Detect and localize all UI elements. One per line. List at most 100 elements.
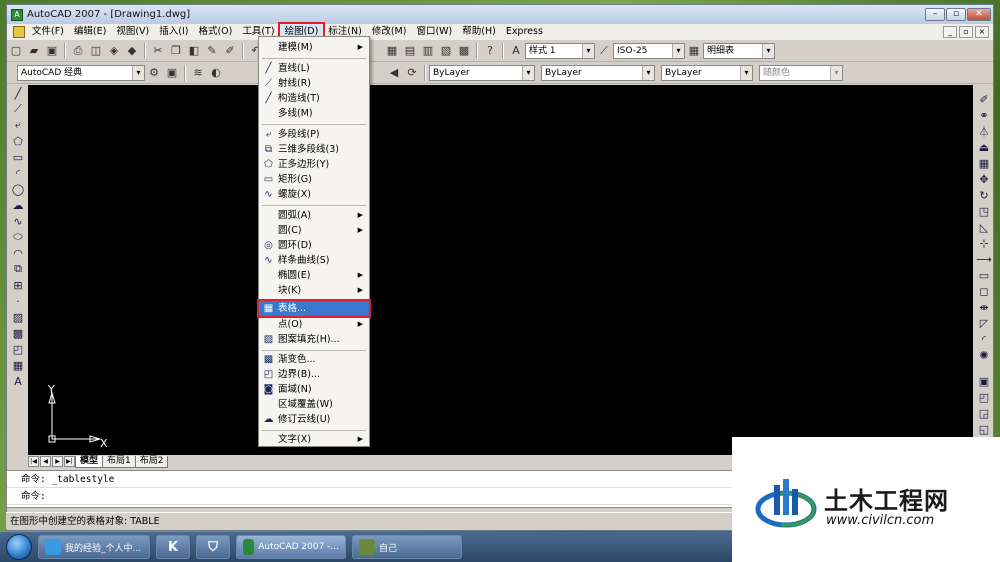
menu-modify[interactable]: 修改(M) bbox=[367, 24, 412, 40]
menu-item-donut[interactable]: ◎ 圆环(D) bbox=[259, 238, 369, 253]
paste-icon[interactable]: ◧ bbox=[186, 43, 202, 59]
minimize-button[interactable]: – bbox=[925, 8, 945, 21]
menu-item-hatch[interactable]: ▨ 图案填充(H)... bbox=[259, 332, 369, 347]
extend-icon[interactable]: ⟶ bbox=[976, 251, 992, 267]
document-icon[interactable] bbox=[13, 26, 25, 38]
prev-tab-button[interactable]: ◀ bbox=[40, 456, 51, 467]
plot-icon[interactable]: ◆ bbox=[124, 43, 140, 59]
doc-minimize-button[interactable]: _ bbox=[943, 26, 957, 38]
explode-icon[interactable]: ✺ bbox=[976, 347, 992, 363]
cut-icon[interactable]: ✂ bbox=[150, 43, 166, 59]
spline-icon[interactable]: ∿ bbox=[10, 213, 26, 229]
menu-view[interactable]: 视图(V) bbox=[111, 24, 154, 40]
insert-block-icon[interactable]: ⧉ bbox=[10, 261, 26, 277]
maximize-button[interactable]: ▫ bbox=[946, 8, 966, 21]
stretch-icon[interactable]: ◺ bbox=[976, 219, 992, 235]
calculator-icon[interactable]: ▩ bbox=[456, 43, 472, 59]
region-icon[interactable]: ◰ bbox=[10, 341, 26, 357]
table-style-icon[interactable]: ▦ bbox=[686, 43, 702, 59]
print-icon[interactable]: ⎙ bbox=[70, 43, 86, 59]
menu-edit[interactable]: 编辑(E) bbox=[69, 24, 111, 40]
markup-icon[interactable]: ▧ bbox=[438, 43, 454, 59]
erase-icon[interactable]: ✐ bbox=[976, 91, 992, 107]
menu-item-line[interactable]: ╱ 直线(L) bbox=[259, 61, 369, 76]
menu-item-point[interactable]: 点(O) ▶ bbox=[259, 317, 369, 332]
break-at-point-icon[interactable]: ▭ bbox=[976, 267, 992, 283]
revcloud-icon[interactable]: ☁ bbox=[10, 197, 26, 213]
table-style-select[interactable]: 明细表 bbox=[703, 42, 775, 59]
text-style-icon[interactable]: A bbox=[508, 43, 524, 59]
join-icon[interactable]: ⇼ bbox=[976, 299, 992, 315]
doc-restore-button[interactable]: ▫ bbox=[959, 26, 973, 38]
open-icon[interactable]: ▰ bbox=[26, 43, 42, 59]
move-icon[interactable]: ✥ bbox=[976, 171, 992, 187]
menu-item-polygon[interactable]: ⬠ 正多边形(Y) bbox=[259, 157, 369, 172]
construction-line-icon[interactable]: ⟋ bbox=[10, 101, 26, 117]
menu-file[interactable]: 文件(F) bbox=[27, 24, 69, 40]
menu-item-spline[interactable]: ∿ 样条曲线(S) bbox=[259, 253, 369, 268]
draw-order-icon[interactable]: ▣ bbox=[976, 373, 992, 389]
help-icon[interactable]: ? bbox=[482, 43, 498, 59]
line-icon[interactable]: ╱ bbox=[10, 85, 26, 101]
menu-item-ray[interactable]: ⟋ 射线(R) bbox=[259, 76, 369, 91]
menu-item-construction-line[interactable]: ╱ 构造线(T) bbox=[259, 91, 369, 106]
close-button[interactable]: ✕ bbox=[967, 8, 991, 21]
above-object-icon[interactable]: ◱ bbox=[976, 421, 992, 437]
table-icon[interactable]: ▦ bbox=[10, 357, 26, 373]
publish-icon[interactable]: ◈ bbox=[106, 43, 122, 59]
ellipse-arc-icon[interactable]: ◠ bbox=[10, 245, 26, 261]
taskbar-browser-button[interactable]: 我的经验_个人中... bbox=[38, 535, 150, 559]
last-tab-button[interactable]: ▶| bbox=[64, 456, 75, 467]
lineweight-select[interactable]: ByLayer bbox=[661, 64, 753, 81]
taskbar-shield-app-button[interactable]: ⛉ bbox=[196, 535, 230, 559]
menu-item-arc[interactable]: 圆弧(A) ▶ bbox=[259, 208, 369, 223]
make-current-icon[interactable]: ⟳ bbox=[404, 65, 420, 81]
menu-express[interactable]: Express bbox=[501, 24, 548, 40]
taskbar-image-button[interactable]: 自己 bbox=[352, 535, 462, 559]
block-editor-icon[interactable]: ✐ bbox=[222, 43, 238, 59]
menu-item-circle[interactable]: 圆(C) ▶ bbox=[259, 223, 369, 238]
tab-layout2[interactable]: 布局2 bbox=[134, 455, 169, 468]
workspace-settings-icon[interactable]: ⚙ bbox=[146, 65, 162, 81]
tool-palettes-icon[interactable]: ▤ bbox=[402, 43, 418, 59]
autocad-app-icon[interactable]: A bbox=[11, 8, 23, 21]
layer-previous-icon[interactable]: ◀ bbox=[386, 65, 402, 81]
menu-item-helix[interactable]: ∿ 螺旋(X) bbox=[259, 187, 369, 202]
rotate-icon[interactable]: ↻ bbox=[976, 187, 992, 203]
text-style-select[interactable]: 样式 1 bbox=[525, 42, 595, 59]
fillet-icon[interactable]: ◜ bbox=[976, 331, 992, 347]
trim-icon[interactable]: ⊹ bbox=[976, 235, 992, 251]
save-icon[interactable]: ▣ bbox=[44, 43, 60, 59]
copy-icon[interactable]: ❐ bbox=[168, 43, 184, 59]
copy-object-icon[interactable]: ⚭ bbox=[976, 107, 992, 123]
next-tab-button[interactable]: ▶ bbox=[52, 456, 63, 467]
bring-front-icon[interactable]: ◰ bbox=[976, 389, 992, 405]
menu-item-modeling[interactable]: 建模(M) ▶ bbox=[259, 40, 369, 55]
rectangle-icon[interactable]: ▭ bbox=[10, 149, 26, 165]
menu-item-multiline[interactable]: 多线(M) bbox=[259, 106, 369, 121]
mirror-icon[interactable]: ⏃ bbox=[976, 123, 992, 139]
taskbar-k-app-button[interactable]: K bbox=[156, 535, 190, 559]
menu-item-boundary[interactable]: ◰ 边界(B)... bbox=[259, 367, 369, 382]
send-back-icon[interactable]: ◲ bbox=[976, 405, 992, 421]
polygon-icon[interactable]: ⬠ bbox=[10, 133, 26, 149]
menu-insert[interactable]: 插入(I) bbox=[154, 24, 193, 40]
workspace-save-icon[interactable]: ▣ bbox=[164, 65, 180, 81]
gradient-icon[interactable]: ▩ bbox=[10, 325, 26, 341]
menu-item-block[interactable]: 块(K) ▶ bbox=[259, 283, 369, 298]
menu-format[interactable]: 格式(O) bbox=[193, 24, 237, 40]
dim-style-select[interactable]: ISO-25 bbox=[613, 42, 685, 59]
menu-item-rectangle[interactable]: ▭ 矩形(G) bbox=[259, 172, 369, 187]
menu-window[interactable]: 窗口(W) bbox=[411, 24, 457, 40]
new-icon[interactable]: ▢ bbox=[8, 43, 24, 59]
point-icon[interactable]: · bbox=[10, 293, 26, 309]
offset-icon[interactable]: ⏏ bbox=[976, 139, 992, 155]
make-block-icon[interactable]: ⊞ bbox=[10, 277, 26, 293]
hatch-icon[interactable]: ▨ bbox=[10, 309, 26, 325]
menu-item-gradient[interactable]: ▩ 渐变色... bbox=[259, 352, 369, 367]
menu-item-ellipse[interactable]: 椭圆(E) ▶ bbox=[259, 268, 369, 283]
color-select[interactable]: ByLayer bbox=[429, 64, 535, 81]
first-tab-button[interactable]: |◀ bbox=[28, 456, 39, 467]
tab-layout1[interactable]: 布局1 bbox=[102, 455, 136, 468]
tab-model[interactable]: 模型 bbox=[75, 455, 104, 468]
